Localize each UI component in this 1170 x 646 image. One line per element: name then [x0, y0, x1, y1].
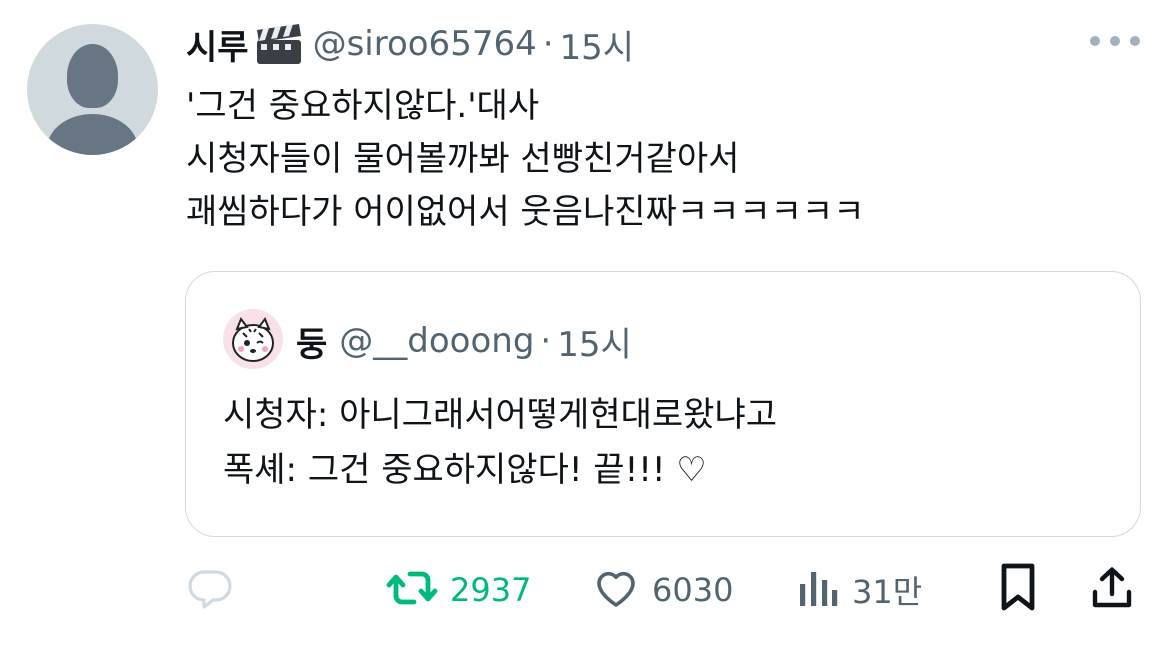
avatar-head-shape	[67, 44, 118, 108]
quoted-text-line: 시청자: 아니그래서어떻게현대로왔냐고	[223, 395, 778, 435]
tweet-text-line: 괘씸하다가 어이없어서 웃음나진짜ㅋㅋㅋㅋㅋㅋ	[186, 192, 865, 232]
quoted-tweet-card[interactable]: 둥 @__dooong · 15시 시청자: 아니그래서어떻게현대로왔냐고 폭셰…	[185, 271, 1141, 537]
more-dot	[1110, 36, 1120, 46]
like-button[interactable]: 6030	[592, 560, 733, 620]
more-dot	[1090, 36, 1100, 46]
tweet-text: '그건 중요하지않다.'대사 시청자들이 물어볼까봐 선빵친거같아서 괘씸하다가…	[186, 80, 865, 239]
bookmark-icon	[996, 562, 1040, 618]
quoted-text-line: 폭셰: 그건 중요하지않다! 끝!!! ♡	[223, 450, 707, 490]
views-count: 31만	[852, 573, 923, 611]
clapper-board-icon	[253, 22, 305, 66]
like-count: 6030	[652, 571, 734, 609]
separator-dot: ·	[540, 321, 552, 361]
tweet-time[interactable]: 15시	[560, 20, 635, 69]
more-options-icon[interactable]	[1090, 26, 1140, 56]
separator-dot: ·	[542, 24, 554, 64]
quoted-tweet-text: 시청자: 아니그래서어떻게현대로왔냐고 폭셰: 그건 중요하지않다! 끝!!! …	[223, 388, 777, 498]
quoted-author-name[interactable]: 둥	[296, 317, 327, 366]
heart-icon	[592, 564, 640, 616]
action-bar: 2937 6030 31만	[0, 560, 1170, 620]
quoted-tweet-header: 둥 @__dooong · 15시	[296, 314, 632, 368]
share-icon	[1088, 564, 1136, 616]
share-button[interactable]	[1088, 560, 1136, 620]
reply-button[interactable]	[186, 560, 234, 620]
tweet-header: 시루 @siroo65764 · 15시	[186, 14, 634, 74]
author-name[interactable]: 시루	[186, 20, 249, 69]
tweet-text-line: '그건 중요하지않다.'대사	[186, 86, 540, 126]
author-avatar[interactable]	[27, 24, 158, 155]
reply-icon	[186, 564, 234, 616]
quoted-author-handle[interactable]: @__dooong	[339, 321, 534, 361]
author-handle[interactable]: @siroo65764	[313, 24, 537, 64]
retweet-icon	[386, 564, 438, 616]
retweet-count: 2937	[450, 571, 532, 609]
views-button[interactable]: 31만	[796, 560, 922, 620]
avatar-body-shape	[47, 114, 138, 155]
retweet-button[interactable]: 2937	[386, 560, 531, 620]
views-icon	[796, 564, 840, 616]
more-dot	[1130, 36, 1140, 46]
quoted-author-avatar[interactable]	[223, 309, 283, 369]
bookmark-button[interactable]	[996, 560, 1040, 620]
tweet-text-line: 시청자들이 물어볼까봐 선빵친거같아서	[186, 139, 740, 179]
quoted-tweet-time[interactable]: 15시	[557, 317, 632, 366]
